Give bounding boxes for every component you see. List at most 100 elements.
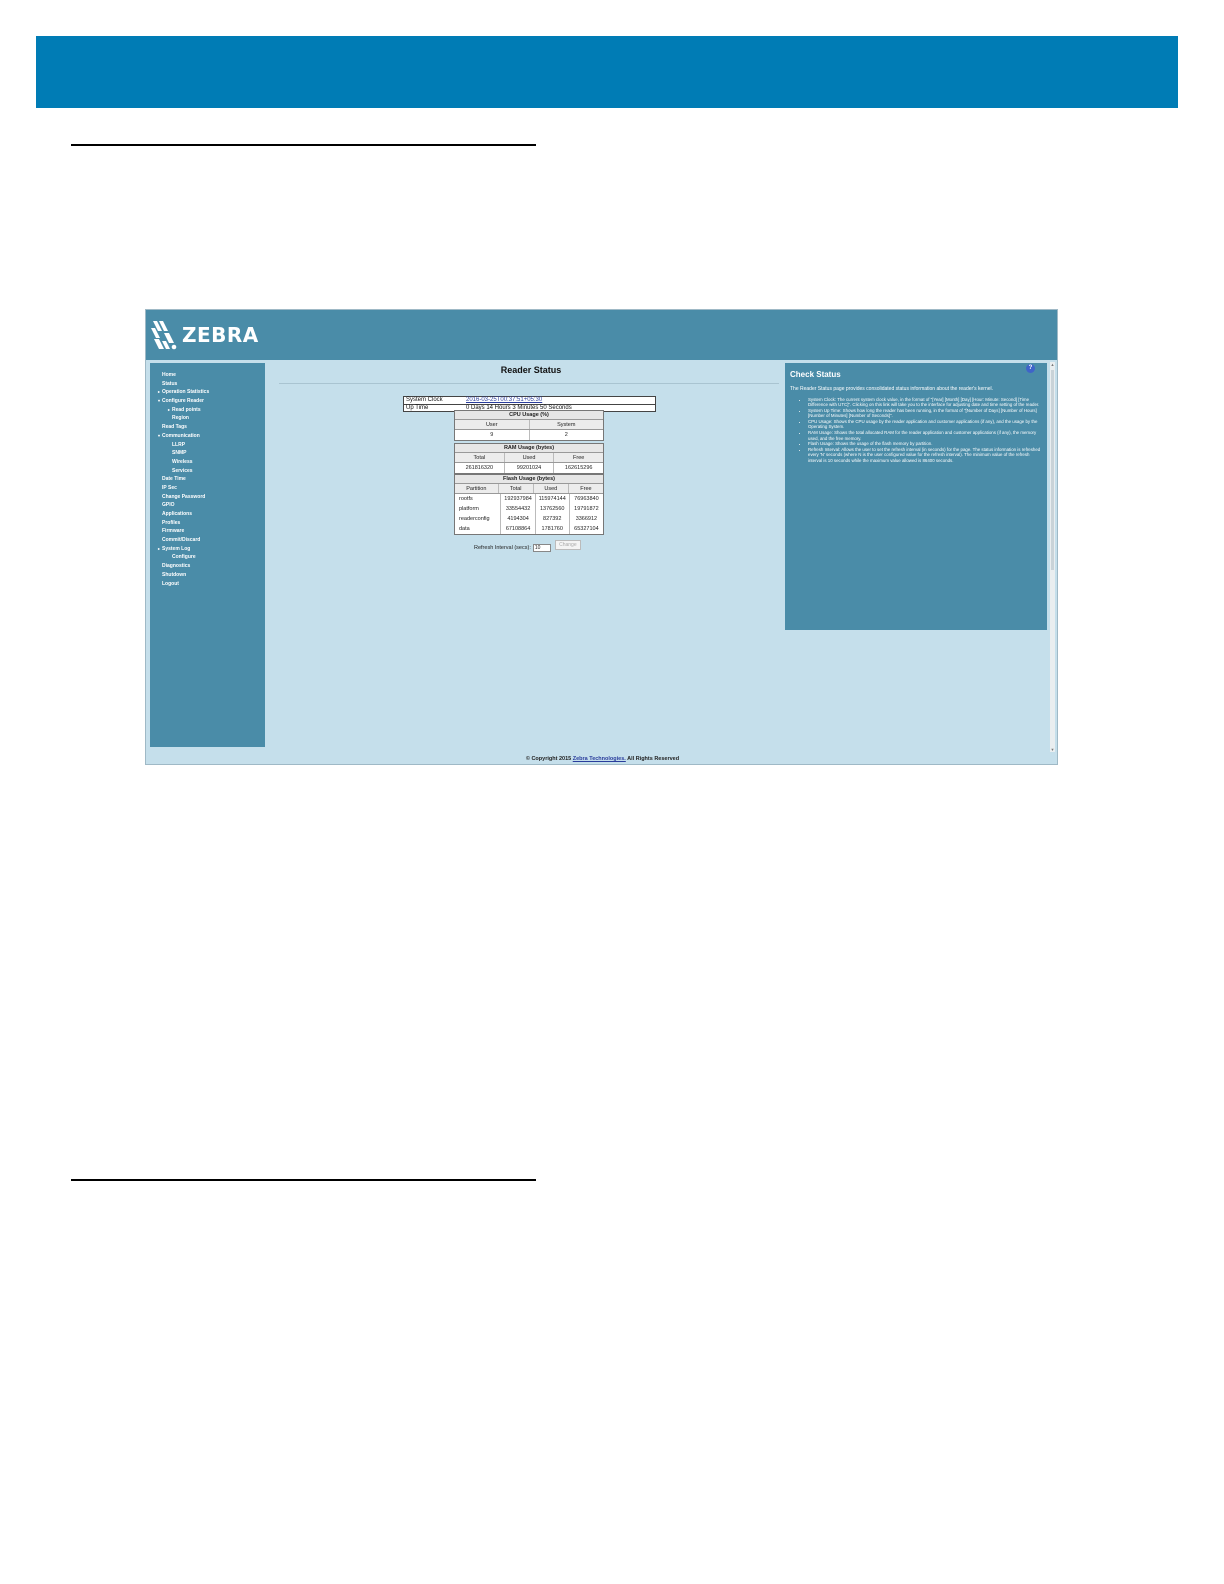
system-clock-label: System Clock bbox=[406, 397, 443, 403]
sidebar-item[interactable]: ▾ Communication bbox=[150, 432, 265, 441]
table-row: platform 33554432 13762560 19791872 bbox=[455, 504, 603, 514]
flash-used: 13762560 bbox=[536, 504, 570, 514]
cpu-usage-header-row: User System bbox=[455, 420, 603, 430]
sidebar-item[interactable]: Read Tags bbox=[150, 423, 265, 432]
ram-usage-header-row: Total Used Free bbox=[455, 453, 603, 463]
sidebar-item-label: System Log bbox=[162, 545, 191, 552]
flash-total: 67108864 bbox=[501, 524, 536, 534]
ram-usage-value-row: 261816320 99201024 162615296 bbox=[455, 463, 603, 473]
sidebar-item[interactable]: Region bbox=[150, 414, 265, 423]
left-navigation: Home Status ▸ Operation Statistics ▾ Configur… bbox=[150, 363, 265, 747]
zebra-technologies-link[interactable]: Zebra Technologies. bbox=[573, 756, 626, 762]
ram-col-used: Used bbox=[505, 453, 555, 462]
sidebar-item-label: Home bbox=[162, 372, 176, 378]
sidebar-item-label: GPIO bbox=[162, 502, 175, 509]
document-page: ZEBRA Home Status ▸ Operation Statistics ▾ Co… bbox=[0, 0, 1224, 1584]
title-divider bbox=[279, 383, 779, 384]
sidebar-item-label: Firmware bbox=[162, 528, 185, 535]
sidebar-item[interactable]: Change Password bbox=[150, 493, 265, 502]
scroll-down-arrow-icon[interactable]: ▼ bbox=[1050, 747, 1055, 752]
ram-total-value: 261816320 bbox=[455, 463, 505, 473]
sidebar-item[interactable]: Profiles bbox=[150, 519, 265, 528]
flash-col-free: Free bbox=[580, 486, 592, 492]
sidebar-item[interactable]: LLRP bbox=[150, 441, 265, 450]
sidebar-item-label: Applications bbox=[162, 511, 193, 517]
refresh-interval-input[interactable]: 10 bbox=[532, 544, 551, 552]
sidebar-item-label: Read points bbox=[172, 406, 201, 413]
zebra-head-icon bbox=[151, 321, 177, 350]
cpu-usage-heading: CPU Usage (%) bbox=[455, 411, 603, 420]
cpu-user-value: 9 bbox=[455, 430, 530, 440]
flash-used: 827392 bbox=[536, 514, 570, 524]
flash-partition: platform bbox=[455, 504, 502, 514]
sidebar-item[interactable]: Status bbox=[150, 380, 265, 389]
sidebar-item[interactable]: Wireless bbox=[150, 458, 265, 467]
flash-free: 19791872 bbox=[574, 506, 599, 512]
sidebar-item-label: Date Time bbox=[162, 476, 186, 483]
top-divider bbox=[71, 144, 536, 146]
ram-usage-table: RAM Usage (bytes) Total Used Free 261816… bbox=[454, 443, 604, 474]
sidebar-item[interactable]: Applications bbox=[150, 510, 265, 519]
zebra-logo[interactable]: ZEBRA bbox=[150, 318, 259, 352]
cpu-col-user: User bbox=[455, 420, 530, 429]
flash-partition: readerconfig bbox=[455, 514, 502, 524]
document-header-banner bbox=[36, 36, 1178, 108]
sidebar-item[interactable]: ▸ Read points bbox=[150, 406, 265, 415]
sidebar-item-label: Wireless bbox=[172, 458, 193, 465]
copyright-suffix: All Rights Reserved bbox=[627, 756, 680, 762]
sidebar-item[interactable]: ▾ Configure Reader bbox=[150, 397, 265, 406]
refresh-interval-label: Refresh Interval (secs): bbox=[474, 545, 531, 551]
sidebar-item-label: LLRP bbox=[172, 441, 186, 448]
sidebar-item[interactable]: ▸ Operation Statistics bbox=[150, 388, 265, 397]
sidebar-item[interactable]: Logout bbox=[150, 580, 265, 589]
sidebar-item-label: Communication bbox=[162, 432, 200, 439]
flash-usage-table: Flash Usage (bytes) Partition Total Used… bbox=[454, 474, 604, 535]
sidebar-item-label: Shutdown bbox=[162, 571, 187, 578]
sidebar-item-label: Logout bbox=[162, 580, 179, 587]
ram-used-value: 99201024 bbox=[505, 463, 555, 473]
sidebar-item[interactable]: Home bbox=[150, 371, 265, 380]
system-clock-row: System Clock 2016-03-25T00:37:51+05:30 bbox=[404, 397, 655, 404]
help-list: System Clock: The current system clock v… bbox=[790, 397, 1042, 463]
sidebar-item[interactable]: Configure bbox=[150, 553, 265, 562]
copyright-prefix: © Copyright 2015 bbox=[525, 756, 572, 762]
scroll-thumb[interactable] bbox=[1051, 370, 1054, 570]
flash-used: 115974144 bbox=[536, 494, 570, 504]
flash-free: 76963840 bbox=[574, 496, 599, 502]
sidebar-item-label: Configure Reader bbox=[162, 398, 204, 405]
flash-free: 3366912 bbox=[575, 516, 598, 522]
sidebar-item[interactable]: GPIO bbox=[150, 501, 265, 510]
scroll-up-arrow-icon[interactable]: ▲ bbox=[1050, 362, 1055, 367]
sidebar-item-label: Operation Statistics bbox=[162, 389, 210, 396]
vertical-scrollbar[interactable]: ▲ ▼ bbox=[1050, 362, 1055, 752]
zebra-header-bar: ZEBRA bbox=[146, 310, 1057, 360]
sidebar-item[interactable]: Diagnostics bbox=[150, 562, 265, 571]
sidebar-item[interactable]: ▸ System Log bbox=[150, 545, 265, 554]
ram-free-value: 162615296 bbox=[564, 465, 593, 471]
table-row: data 67108864 1781760 65327104 bbox=[455, 524, 603, 534]
sidebar-item[interactable]: Shutdown bbox=[150, 571, 265, 580]
sidebar-item[interactable]: IP Sec bbox=[150, 484, 265, 493]
sidebar-item[interactable]: SNMP bbox=[150, 449, 265, 458]
help-item-flash: Flash Usage: Shows the usage of the flas… bbox=[808, 441, 1042, 446]
sidebar-item[interactable]: Firmware bbox=[150, 527, 265, 536]
table-row: rootfs 192937984 115974144 76963840 bbox=[455, 494, 603, 504]
sidebar-item[interactable]: Commit/Discard bbox=[150, 536, 265, 545]
sidebar-item-label: SNMP bbox=[172, 450, 187, 457]
sidebar-item-label: Configure bbox=[172, 554, 196, 561]
system-clock-link[interactable]: 2016-03-25T00:37:51+05:30 bbox=[466, 397, 542, 403]
flash-total: 4194304 bbox=[501, 514, 536, 524]
sidebar-item[interactable]: Services bbox=[150, 467, 265, 476]
help-item-ram: RAM Usage: Shows the total allocated RAM… bbox=[808, 430, 1042, 441]
flash-free: 65327104 bbox=[574, 526, 599, 532]
sidebar-item-label: Status bbox=[162, 380, 178, 387]
help-item-cpu: CPU Usage: Shows the CPU usage by the re… bbox=[808, 419, 1042, 430]
refresh-interval-control: Refresh Interval (secs): 10 Change bbox=[474, 540, 581, 552]
change-button[interactable]: Change bbox=[554, 540, 581, 550]
sidebar-item[interactable]: Date Time bbox=[150, 475, 265, 484]
help-icon[interactable]: ? bbox=[1026, 364, 1035, 373]
sidebar-item-label: Read Tags bbox=[162, 424, 187, 431]
help-item-system-clock: System Clock: The current system clock v… bbox=[808, 397, 1042, 408]
bottom-divider bbox=[71, 1179, 536, 1181]
page-title: Reader Status bbox=[500, 365, 562, 375]
